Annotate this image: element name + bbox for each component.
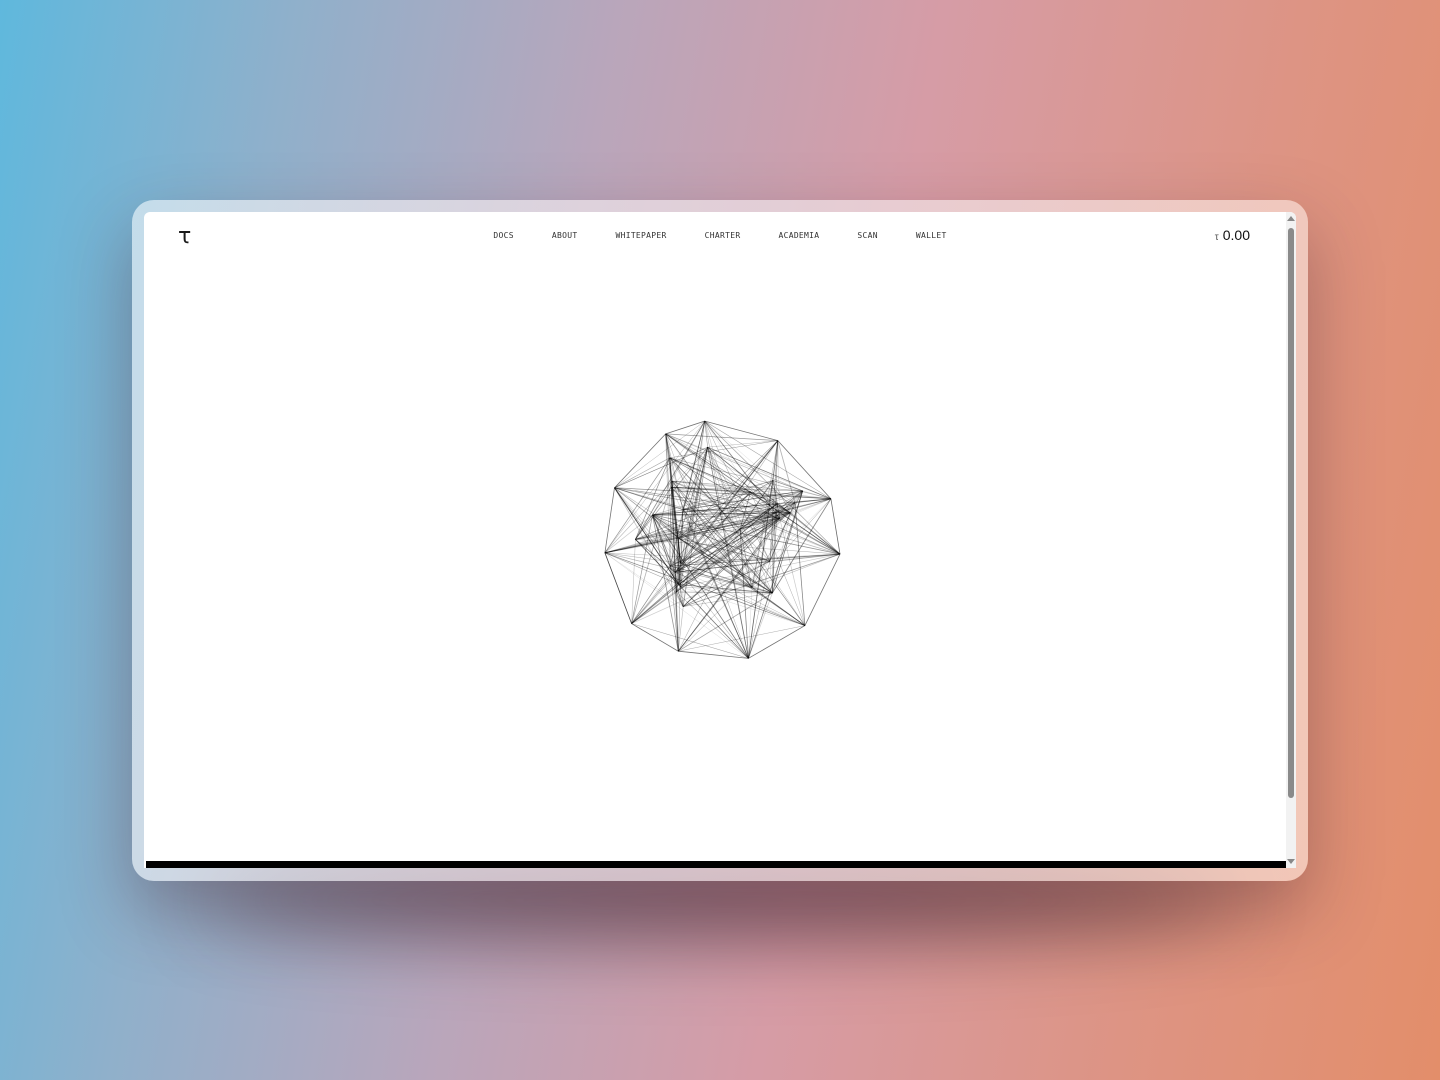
balance-amount: 0.00 [1222, 227, 1250, 243]
scroll-down-icon[interactable] [1287, 859, 1295, 864]
nav-item-docs[interactable]: DOCS [493, 231, 513, 240]
tao-symbol-icon: τ [1214, 232, 1219, 243]
nav-item-wallet[interactable]: WALLET [916, 231, 947, 240]
scrollbar[interactable] [1286, 212, 1296, 868]
scrollbar-thumb[interactable] [1288, 228, 1294, 798]
nav-item-scan[interactable]: SCAN [857, 231, 877, 240]
wallet-balance[interactable]: τ 0.00 [1215, 227, 1250, 243]
network-sphere-svg [604, 420, 841, 659]
nav-item-about[interactable]: ABOUT [552, 231, 578, 240]
nav-item-whitepaper[interactable]: WHITEPAPER [615, 231, 666, 240]
main-navigation: DOCS ABOUT WHITEPAPER CHARTER ACADEMIA S… [144, 231, 1296, 240]
network-sphere-graphic [580, 407, 860, 677]
network-edges [604, 420, 841, 659]
scroll-up-icon[interactable] [1287, 216, 1295, 221]
nav-item-charter[interactable]: CHARTER [705, 231, 741, 240]
browser-viewport: τ DOCS ABOUT WHITEPAPER CHARTER ACADEMIA… [144, 212, 1296, 868]
nav-item-academia[interactable]: ACADEMIA [778, 231, 819, 240]
bottom-progress-bar [146, 861, 1286, 868]
